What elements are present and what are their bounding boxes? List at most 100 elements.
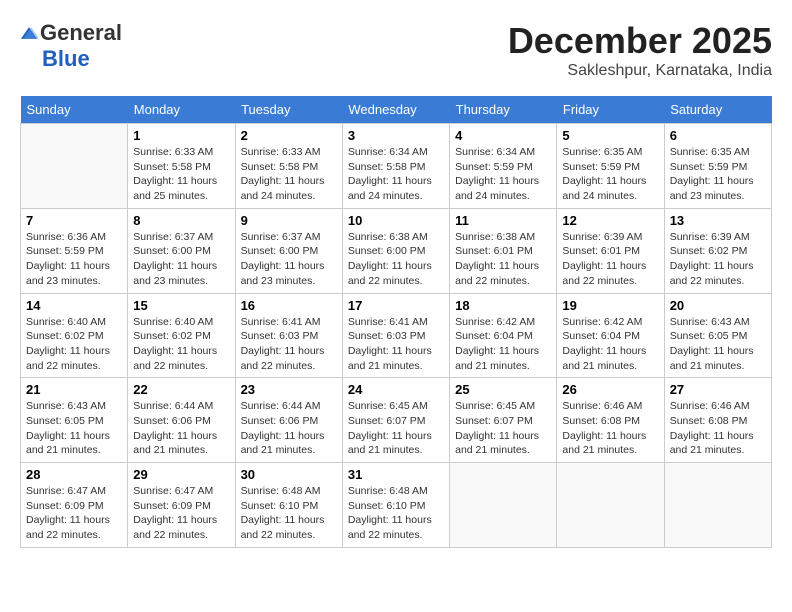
calendar-week-3: 14 Sunrise: 6:40 AM Sunset: 6:02 PM Dayli… (21, 293, 772, 378)
day-number: 21 (26, 382, 122, 397)
calendar-cell: 24 Sunrise: 6:45 AM Sunset: 6:07 PM Dayli… (342, 378, 449, 463)
calendar-cell: 22Sunrise: 6:44 AM Sunset: 6:06 PM Dayli… (128, 378, 235, 463)
day-number: 12 (562, 213, 658, 228)
logo: General Blue (20, 20, 122, 72)
day-number: 23 (241, 382, 337, 397)
day-number: 28 (26, 467, 122, 482)
day-info: Sunrise: 6:40 AM Sunset: 6:02 PM Dayligh… (26, 315, 122, 374)
title-area: December 2025 Sakleshpur, Karnataka, Ind… (508, 20, 772, 80)
location-title: Sakleshpur, Karnataka, India (508, 62, 772, 80)
day-number: 7 (26, 213, 122, 228)
day-number: 25 (455, 382, 551, 397)
calendar-cell: 23 Sunrise: 6:44 AM Sunset: 6:06 PM Dayli… (235, 378, 342, 463)
day-info: Sunrise: 6:46 AM Sunset: 6:08 PM Dayligh… (670, 399, 766, 458)
calendar-cell: 14 Sunrise: 6:40 AM Sunset: 6:02 PM Dayli… (21, 293, 128, 378)
day-number: 5 (562, 128, 658, 143)
day-info: Sunrise: 6:45 AM Sunset: 6:07 PM Dayligh… (348, 399, 444, 458)
header: General Blue December 2025 Sakleshpur, K… (20, 20, 772, 80)
day-info: Sunrise: 6:44 AM Sunset: 6:06 PM Dayligh… (241, 399, 337, 458)
calendar-cell: 1 Sunrise: 6:33 AM Sunset: 5:58 PM Daylig… (128, 124, 235, 209)
day-info: Sunrise: 6:43 AM Sunset: 6:05 PM Dayligh… (26, 399, 122, 458)
day-number: 26 (562, 382, 658, 397)
calendar-cell: 30Sunrise: 6:48 AM Sunset: 6:10 PM Dayli… (235, 463, 342, 548)
calendar-cell: 29 Sunrise: 6:47 AM Sunset: 6:09 PM Dayli… (128, 463, 235, 548)
day-info: Sunrise: 6:43 AM Sunset: 6:05 PM Dayligh… (670, 315, 766, 374)
calendar-cell: 4 Sunrise: 6:34 AM Sunset: 5:59 PM Daylig… (450, 124, 557, 209)
day-info: Sunrise: 6:42 AM Sunset: 6:04 PM Dayligh… (562, 315, 658, 374)
day-number: 4 (455, 128, 551, 143)
calendar-week-4: 21 Sunrise: 6:43 AM Sunset: 6:05 PM Dayli… (21, 378, 772, 463)
calendar-cell: 18Sunrise: 6:42 AM Sunset: 6:04 PM Dayli… (450, 293, 557, 378)
header-cell-friday: Friday (557, 96, 664, 124)
header-cell-tuesday: Tuesday (235, 96, 342, 124)
calendar-cell (450, 463, 557, 548)
day-info: Sunrise: 6:37 AM Sunset: 6:00 PM Dayligh… (241, 230, 337, 289)
calendar: SundayMondayTuesdayWednesdayThursdayFrid… (20, 96, 772, 548)
calendar-cell: 26 Sunrise: 6:46 AM Sunset: 6:08 PM Dayli… (557, 378, 664, 463)
calendar-cell (664, 463, 771, 548)
calendar-cell: 3 Sunrise: 6:34 AM Sunset: 5:58 PM Daylig… (342, 124, 449, 209)
day-info: Sunrise: 6:34 AM Sunset: 5:59 PM Dayligh… (455, 145, 551, 204)
calendar-header-row: SundayMondayTuesdayWednesdayThursdayFrid… (21, 96, 772, 124)
day-info: Sunrise: 6:39 AM Sunset: 6:01 PM Dayligh… (562, 230, 658, 289)
calendar-cell: 13 Sunrise: 6:39 AM Sunset: 6:02 PM Dayli… (664, 208, 771, 293)
day-info: Sunrise: 6:33 AM Sunset: 5:58 PM Dayligh… (241, 145, 337, 204)
day-number: 11 (455, 213, 551, 228)
logo-general: General (40, 20, 122, 46)
day-info: Sunrise: 6:39 AM Sunset: 6:02 PM Dayligh… (670, 230, 766, 289)
calendar-cell: 19Sunrise: 6:42 AM Sunset: 6:04 PM Dayli… (557, 293, 664, 378)
day-number: 27 (670, 382, 766, 397)
calendar-cell: 11 Sunrise: 6:38 AM Sunset: 6:01 PM Dayli… (450, 208, 557, 293)
day-number: 1 (133, 128, 229, 143)
day-info: Sunrise: 6:41 AM Sunset: 6:03 PM Dayligh… (241, 315, 337, 374)
day-info: Sunrise: 6:34 AM Sunset: 5:58 PM Dayligh… (348, 145, 444, 204)
calendar-cell: 25 Sunrise: 6:45 AM Sunset: 6:07 PM Dayli… (450, 378, 557, 463)
day-number: 2 (241, 128, 337, 143)
calendar-week-5: 28 Sunrise: 6:47 AM Sunset: 6:09 PM Dayli… (21, 463, 772, 548)
header-cell-saturday: Saturday (664, 96, 771, 124)
header-cell-thursday: Thursday (450, 96, 557, 124)
day-number: 18 (455, 298, 551, 313)
day-info: Sunrise: 6:41 AM Sunset: 6:03 PM Dayligh… (348, 315, 444, 374)
calendar-cell: 17 Sunrise: 6:41 AM Sunset: 6:03 PM Dayli… (342, 293, 449, 378)
day-info: Sunrise: 6:46 AM Sunset: 6:08 PM Dayligh… (562, 399, 658, 458)
day-number: 20 (670, 298, 766, 313)
month-title: December 2025 (508, 20, 772, 62)
calendar-cell: 15 Sunrise: 6:40 AM Sunset: 6:02 PM Dayli… (128, 293, 235, 378)
calendar-cell: 9Sunrise: 6:37 AM Sunset: 6:00 PM Daylig… (235, 208, 342, 293)
calendar-cell: 2 Sunrise: 6:33 AM Sunset: 5:58 PM Daylig… (235, 124, 342, 209)
header-cell-monday: Monday (128, 96, 235, 124)
day-number: 29 (133, 467, 229, 482)
day-info: Sunrise: 6:40 AM Sunset: 6:02 PM Dayligh… (133, 315, 229, 374)
calendar-cell: 31Sunrise: 6:48 AM Sunset: 6:10 PM Dayli… (342, 463, 449, 548)
calendar-cell: 7 Sunrise: 6:36 AM Sunset: 5:59 PM Daylig… (21, 208, 128, 293)
logo-blue: Blue (42, 46, 90, 72)
day-number: 14 (26, 298, 122, 313)
day-number: 24 (348, 382, 444, 397)
calendar-cell: 6 Sunrise: 6:35 AM Sunset: 5:59 PM Daylig… (664, 124, 771, 209)
calendar-cell: 12 Sunrise: 6:39 AM Sunset: 6:01 PM Dayli… (557, 208, 664, 293)
calendar-week-2: 7 Sunrise: 6:36 AM Sunset: 5:59 PM Daylig… (21, 208, 772, 293)
day-number: 6 (670, 128, 766, 143)
day-info: Sunrise: 6:35 AM Sunset: 5:59 PM Dayligh… (670, 145, 766, 204)
day-info: Sunrise: 6:47 AM Sunset: 6:09 PM Dayligh… (133, 484, 229, 543)
day-number: 17 (348, 298, 444, 313)
day-number: 3 (348, 128, 444, 143)
header-cell-wednesday: Wednesday (342, 96, 449, 124)
day-info: Sunrise: 6:45 AM Sunset: 6:07 PM Dayligh… (455, 399, 551, 458)
day-info: Sunrise: 6:37 AM Sunset: 6:00 PM Dayligh… (133, 230, 229, 289)
day-number: 8 (133, 213, 229, 228)
calendar-cell: 20 Sunrise: 6:43 AM Sunset: 6:05 PM Dayli… (664, 293, 771, 378)
calendar-cell: 8 Sunrise: 6:37 AM Sunset: 6:00 PM Daylig… (128, 208, 235, 293)
day-info: Sunrise: 6:33 AM Sunset: 5:58 PM Dayligh… (133, 145, 229, 204)
calendar-cell: 28Sunrise: 6:47 AM Sunset: 6:09 PM Dayli… (21, 463, 128, 548)
day-number: 15 (133, 298, 229, 313)
calendar-cell: 16Sunrise: 6:41 AM Sunset: 6:03 PM Dayli… (235, 293, 342, 378)
logo-icon (20, 24, 38, 42)
day-info: Sunrise: 6:36 AM Sunset: 5:59 PM Dayligh… (26, 230, 122, 289)
day-info: Sunrise: 6:38 AM Sunset: 6:00 PM Dayligh… (348, 230, 444, 289)
day-number: 10 (348, 213, 444, 228)
day-number: 13 (670, 213, 766, 228)
header-cell-sunday: Sunday (21, 96, 128, 124)
day-info: Sunrise: 6:38 AM Sunset: 6:01 PM Dayligh… (455, 230, 551, 289)
